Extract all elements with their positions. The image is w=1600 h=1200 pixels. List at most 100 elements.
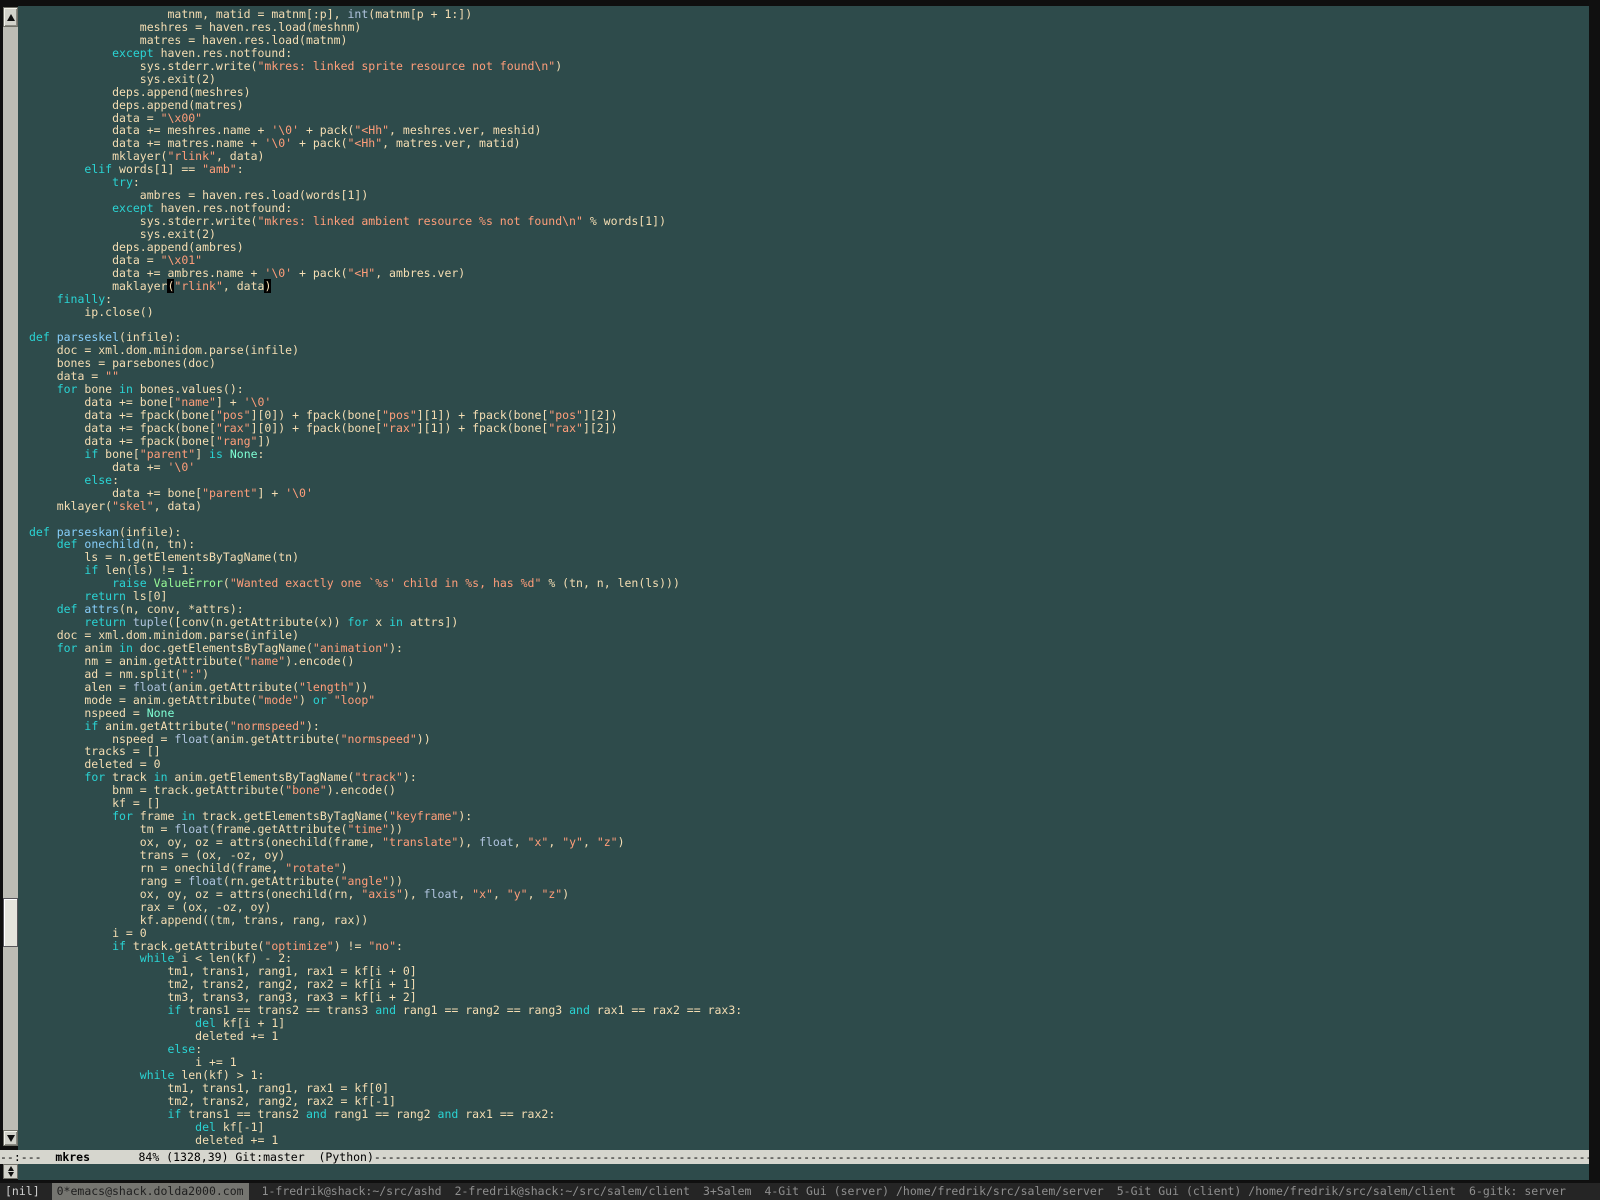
code-token bbox=[327, 693, 334, 707]
scroll-down-icon bbox=[7, 1135, 15, 1142]
code-token: "translate" bbox=[382, 835, 458, 849]
code-token: data += fpack(bone[ bbox=[29, 408, 216, 422]
code-token: tm2, trans2, rang2, rax2 = kf[i + 1] bbox=[29, 977, 417, 991]
code-token: track.getAttribute( bbox=[126, 939, 264, 953]
code-token: if bbox=[84, 447, 98, 461]
code-token: : bbox=[105, 292, 112, 306]
taskbar-window[interactable]: 1-fredrik@shack:~/src/ashd bbox=[262, 1183, 442, 1200]
code-token: None bbox=[230, 447, 258, 461]
code-token: "axis" bbox=[361, 887, 403, 901]
taskbar-window[interactable]: 5-Git Gui (client) /home/fredrik/src/sal… bbox=[1117, 1183, 1456, 1200]
code-token: + pack( bbox=[292, 266, 347, 280]
code-token: data = bbox=[29, 253, 161, 267]
code-token: "y" bbox=[507, 887, 528, 901]
code-token: "parent" bbox=[140, 447, 195, 461]
code-line[interactable]: ip.close() bbox=[29, 306, 742, 319]
code-token: in bbox=[154, 770, 168, 784]
code-token: data += bone[ bbox=[29, 486, 202, 500]
code-token: ( bbox=[223, 576, 230, 590]
code-token: data += ambres.name + bbox=[29, 266, 264, 280]
code-token: data = bbox=[29, 369, 105, 383]
code-token: ), bbox=[458, 835, 479, 849]
code-line[interactable]: mklayer("skel", data) bbox=[29, 500, 742, 513]
code-token: "y" bbox=[562, 835, 583, 849]
scrollbar-up-button[interactable] bbox=[3, 7, 18, 27]
code-token: , bbox=[548, 835, 562, 849]
minibuffer-scrollbar[interactable] bbox=[3, 1164, 18, 1179]
code-token bbox=[50, 525, 57, 539]
code-token bbox=[29, 809, 112, 823]
code-token: , bbox=[493, 887, 507, 901]
code-token: : bbox=[396, 939, 403, 953]
code-token: '\0' bbox=[285, 486, 313, 500]
code-token: ): bbox=[458, 809, 472, 823]
scrollbar-thumb[interactable] bbox=[3, 898, 18, 947]
code-token: ][0]) + fpack(bone[ bbox=[251, 421, 383, 435]
code-window[interactable]: matnm, matid = matnm[:p], int(matnm[p + … bbox=[18, 6, 1589, 1150]
code-token: float bbox=[479, 835, 514, 849]
code-token: ) bbox=[341, 861, 348, 875]
code-token bbox=[223, 447, 230, 461]
code-token: )) bbox=[417, 732, 431, 746]
code-token: % words[1]) bbox=[583, 214, 666, 228]
code-token: + pack( bbox=[299, 123, 354, 137]
scrollbar-down-button[interactable] bbox=[3, 1130, 18, 1146]
code-token bbox=[29, 473, 84, 487]
code-token: )) bbox=[389, 822, 403, 836]
code-token: '\0' bbox=[244, 395, 272, 409]
code-token bbox=[29, 162, 84, 176]
code-token: % (tn, n, len(ls))) bbox=[541, 576, 679, 590]
code-token: return bbox=[84, 615, 126, 629]
taskbar-window[interactable]: 6-gitk: server bbox=[1469, 1183, 1566, 1200]
code-token: "track" bbox=[354, 770, 402, 784]
code-token: frame bbox=[133, 809, 181, 823]
code-token: ): bbox=[306, 719, 320, 733]
code-token: int bbox=[348, 7, 369, 21]
code-token: if bbox=[167, 1107, 181, 1121]
code-token: , meshres.ver, meshid) bbox=[389, 123, 541, 137]
echo-area[interactable] bbox=[18, 1164, 1589, 1180]
code-token: maklayer bbox=[29, 279, 167, 293]
code-line[interactable]: deleted += 1 bbox=[29, 1134, 742, 1147]
code-token: ][2]) bbox=[583, 421, 618, 435]
code-token: track bbox=[105, 770, 153, 784]
code-line[interactable]: data += '\0' bbox=[29, 461, 742, 474]
code-token: "normspeed" bbox=[230, 719, 306, 733]
code-token: kf[i + 1] bbox=[216, 1016, 285, 1030]
code-line[interactable]: maklayer("rlink", data) bbox=[29, 280, 742, 293]
code-token: (anim.getAttribute( bbox=[167, 680, 299, 694]
code-token: for bbox=[84, 770, 105, 784]
code-token: tm1, trans1, rang1, rax1 = kf[0] bbox=[29, 1081, 389, 1095]
code-token bbox=[29, 1003, 167, 1017]
taskbar-window[interactable]: 2-fredrik@shack:~/src/salem/client bbox=[455, 1183, 690, 1200]
code-token: : bbox=[237, 162, 244, 176]
code-token: "parent" bbox=[202, 486, 257, 500]
code-token bbox=[29, 576, 112, 590]
mode-line[interactable]: --:--- mkres 84% (1328,39) Git:master (P… bbox=[0, 1150, 1589, 1164]
code-token: ][1]) + fpack(bone[ bbox=[417, 421, 549, 435]
taskbar-window[interactable]: 4-Git Gui (server) /home/fredrik/src/sal… bbox=[764, 1183, 1103, 1200]
code-token: kf.append((tm, trans, rang, rax)) bbox=[29, 913, 368, 927]
code-token: bones.values(): bbox=[133, 382, 244, 396]
taskbar-window-selected[interactable]: 0*emacs@shack.dolda2000.com bbox=[52, 1183, 249, 1200]
code-token: "pos" bbox=[216, 408, 251, 422]
code-buffer[interactable]: matnm, matid = matnm[:p], int(matnm[p + … bbox=[29, 8, 742, 1147]
code-token: else bbox=[167, 1042, 195, 1056]
code-token bbox=[29, 1107, 167, 1121]
code-token: tm1, trans1, rang1, rax1 = kf[i + 0] bbox=[29, 964, 417, 978]
code-token: rang1 == rang2 == rang3 bbox=[396, 1003, 569, 1017]
code-token: "keyframe" bbox=[389, 809, 458, 823]
code-line[interactable]: bones = parsebones(doc) bbox=[29, 357, 742, 370]
code-token: deps.append(matres) bbox=[29, 98, 244, 112]
scrollbar-trough[interactable] bbox=[3, 27, 18, 1130]
code-token: rax = (ox, -oz, oy) bbox=[29, 900, 271, 914]
code-token: if bbox=[84, 563, 98, 577]
code-token: doc.getElementsByTagName( bbox=[133, 641, 313, 655]
taskbar-window[interactable]: 3+Salem bbox=[703, 1183, 751, 1200]
code-token: else bbox=[84, 473, 112, 487]
code-token: ox, oy, oz = attrs(onechild(rn, bbox=[29, 887, 361, 901]
code-token: rn = onechild(frame, bbox=[29, 861, 285, 875]
code-token: "name" bbox=[244, 654, 286, 668]
code-token: deleted += 1 bbox=[29, 1029, 278, 1043]
code-token: in bbox=[119, 382, 133, 396]
